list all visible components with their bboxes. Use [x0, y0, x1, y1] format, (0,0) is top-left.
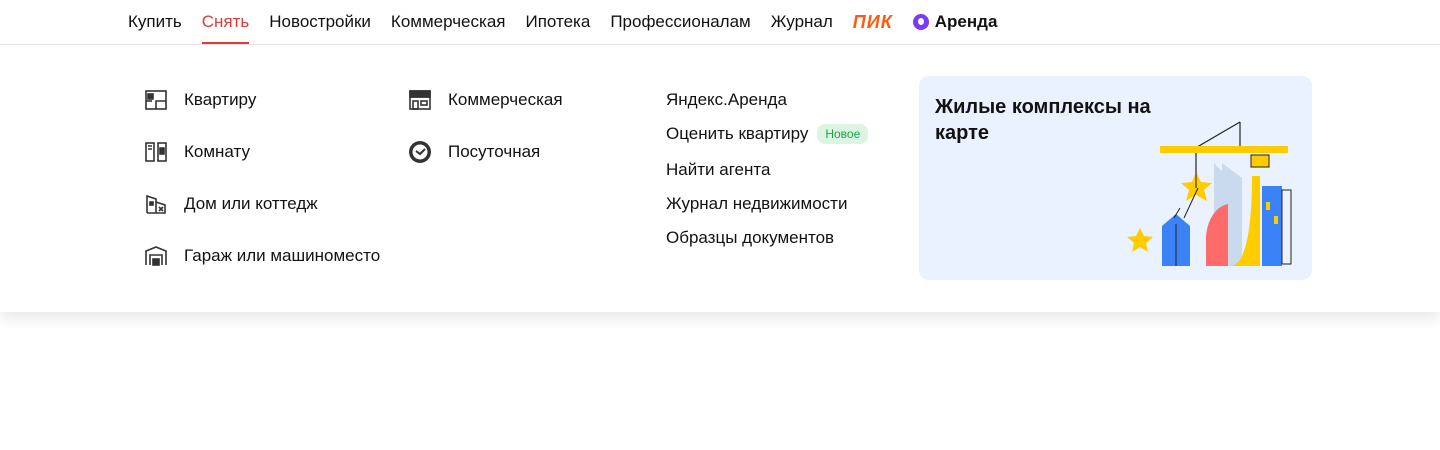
nav-item-commercial[interactable]: Коммерческая [391, 0, 506, 44]
rent-dropdown-menu: Квартиру Комнату Дом или коттедж Гараж и… [0, 45, 1440, 312]
menu-item-garage[interactable]: Гараж или машиноместо [144, 243, 380, 269]
nav-item-professionals[interactable]: Профессионалам [610, 0, 750, 44]
link-estimate-apartment[interactable]: Оценить квартиру Новое [666, 124, 869, 144]
menu-item-commercial[interactable]: Коммерческая [408, 87, 563, 113]
link-label: Журнал недвижимости [666, 194, 848, 213]
arenda-logo-icon [912, 14, 929, 30]
menu-item-label: Дом или коттедж [184, 194, 318, 213]
house-icon [144, 192, 168, 216]
clock-icon [408, 140, 432, 164]
link-label: Яндекс.Аренда [666, 90, 787, 109]
menu-item-label: Посуточная [448, 142, 541, 161]
nav-item-new-buildings[interactable]: Новостройки [269, 0, 371, 44]
menu-item-apartment[interactable]: Квартиру [144, 87, 256, 113]
menu-item-daily[interactable]: Посуточная [408, 139, 540, 165]
construction-crane-illustration [1127, 121, 1292, 266]
menu-item-house[interactable]: Дом или коттедж [144, 191, 318, 217]
menu-item-room[interactable]: Комнату [144, 139, 250, 165]
menu-item-label: Квартиру [184, 90, 257, 109]
nav-item-rent[interactable]: Снять [201, 0, 249, 44]
nav-item-mortgage[interactable]: Ипотека [525, 0, 590, 44]
arenda-logo-link[interactable]: Аренда [912, 0, 998, 44]
link-document-samples[interactable]: Образцы документов [666, 228, 834, 248]
link-yandex-arenda[interactable]: Яндекс.Аренда [666, 90, 787, 110]
menu-item-label: Коммерческая [448, 90, 563, 109]
link-label: Оценить квартиру [666, 124, 809, 143]
new-badge: Новое [817, 124, 869, 144]
link-label: Найти агента [666, 160, 771, 179]
residential-complexes-map-card[interactable]: Жилые комплексы на карте [919, 76, 1312, 280]
nav-item-journal[interactable]: Журнал [771, 0, 833, 44]
link-realty-journal[interactable]: Журнал недвижимости [666, 194, 847, 214]
pik-logo[interactable]: ПИК [853, 0, 893, 44]
top-navigation-items: Купить Снять Новостройки Коммерческая Ип… [128, 0, 997, 44]
link-find-agent[interactable]: Найти агента [666, 160, 770, 180]
link-label: Образцы документов [666, 228, 835, 247]
nav-item-buy[interactable]: Купить [128, 0, 182, 44]
arenda-logo-label: Аренда [934, 12, 998, 31]
garage-icon [144, 244, 168, 268]
commercial-icon [408, 88, 432, 112]
apartment-icon [144, 88, 168, 112]
top-navigation: Купить Снять Новостройки Коммерческая Ип… [0, 0, 1440, 45]
menu-item-label: Комнату [184, 142, 250, 161]
menu-item-label: Гараж или машиноместо [184, 246, 381, 265]
room-icon [144, 140, 168, 164]
